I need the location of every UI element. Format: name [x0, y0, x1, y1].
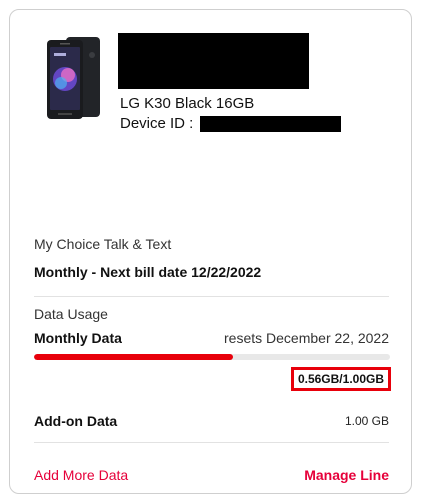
add-more-data-link[interactable]: Add More Data — [34, 467, 128, 483]
data-usage-progress-bar — [34, 354, 390, 360]
data-usage-title: Data Usage — [34, 306, 108, 322]
divider — [34, 442, 389, 443]
phone-image — [47, 37, 100, 119]
redacted-device-name — [118, 33, 309, 89]
data-usage-amount: 0.56GB/1.00GB — [290, 367, 391, 391]
data-reset-date: resets December 22, 2022 — [224, 330, 389, 346]
divider — [34, 296, 389, 297]
redacted-device-id — [200, 116, 341, 132]
monthly-data-label: Monthly Data — [34, 330, 122, 346]
data-usage-progress-fill — [34, 354, 234, 360]
device-card: LG K30 Black 16GB Device ID : My Choice … — [9, 9, 412, 494]
device-id-label: Device ID : — [120, 115, 194, 132]
addon-data-label: Add-on Data — [34, 413, 118, 429]
plan-name: My Choice Talk & Text — [34, 236, 172, 252]
manage-line-link[interactable]: Manage Line — [304, 467, 389, 483]
device-model: LG K30 Black 16GB — [120, 95, 255, 112]
addon-data-value: 1.00 GB — [344, 414, 389, 428]
bill-date-text: Monthly - Next bill date 12/22/2022 — [34, 264, 262, 280]
